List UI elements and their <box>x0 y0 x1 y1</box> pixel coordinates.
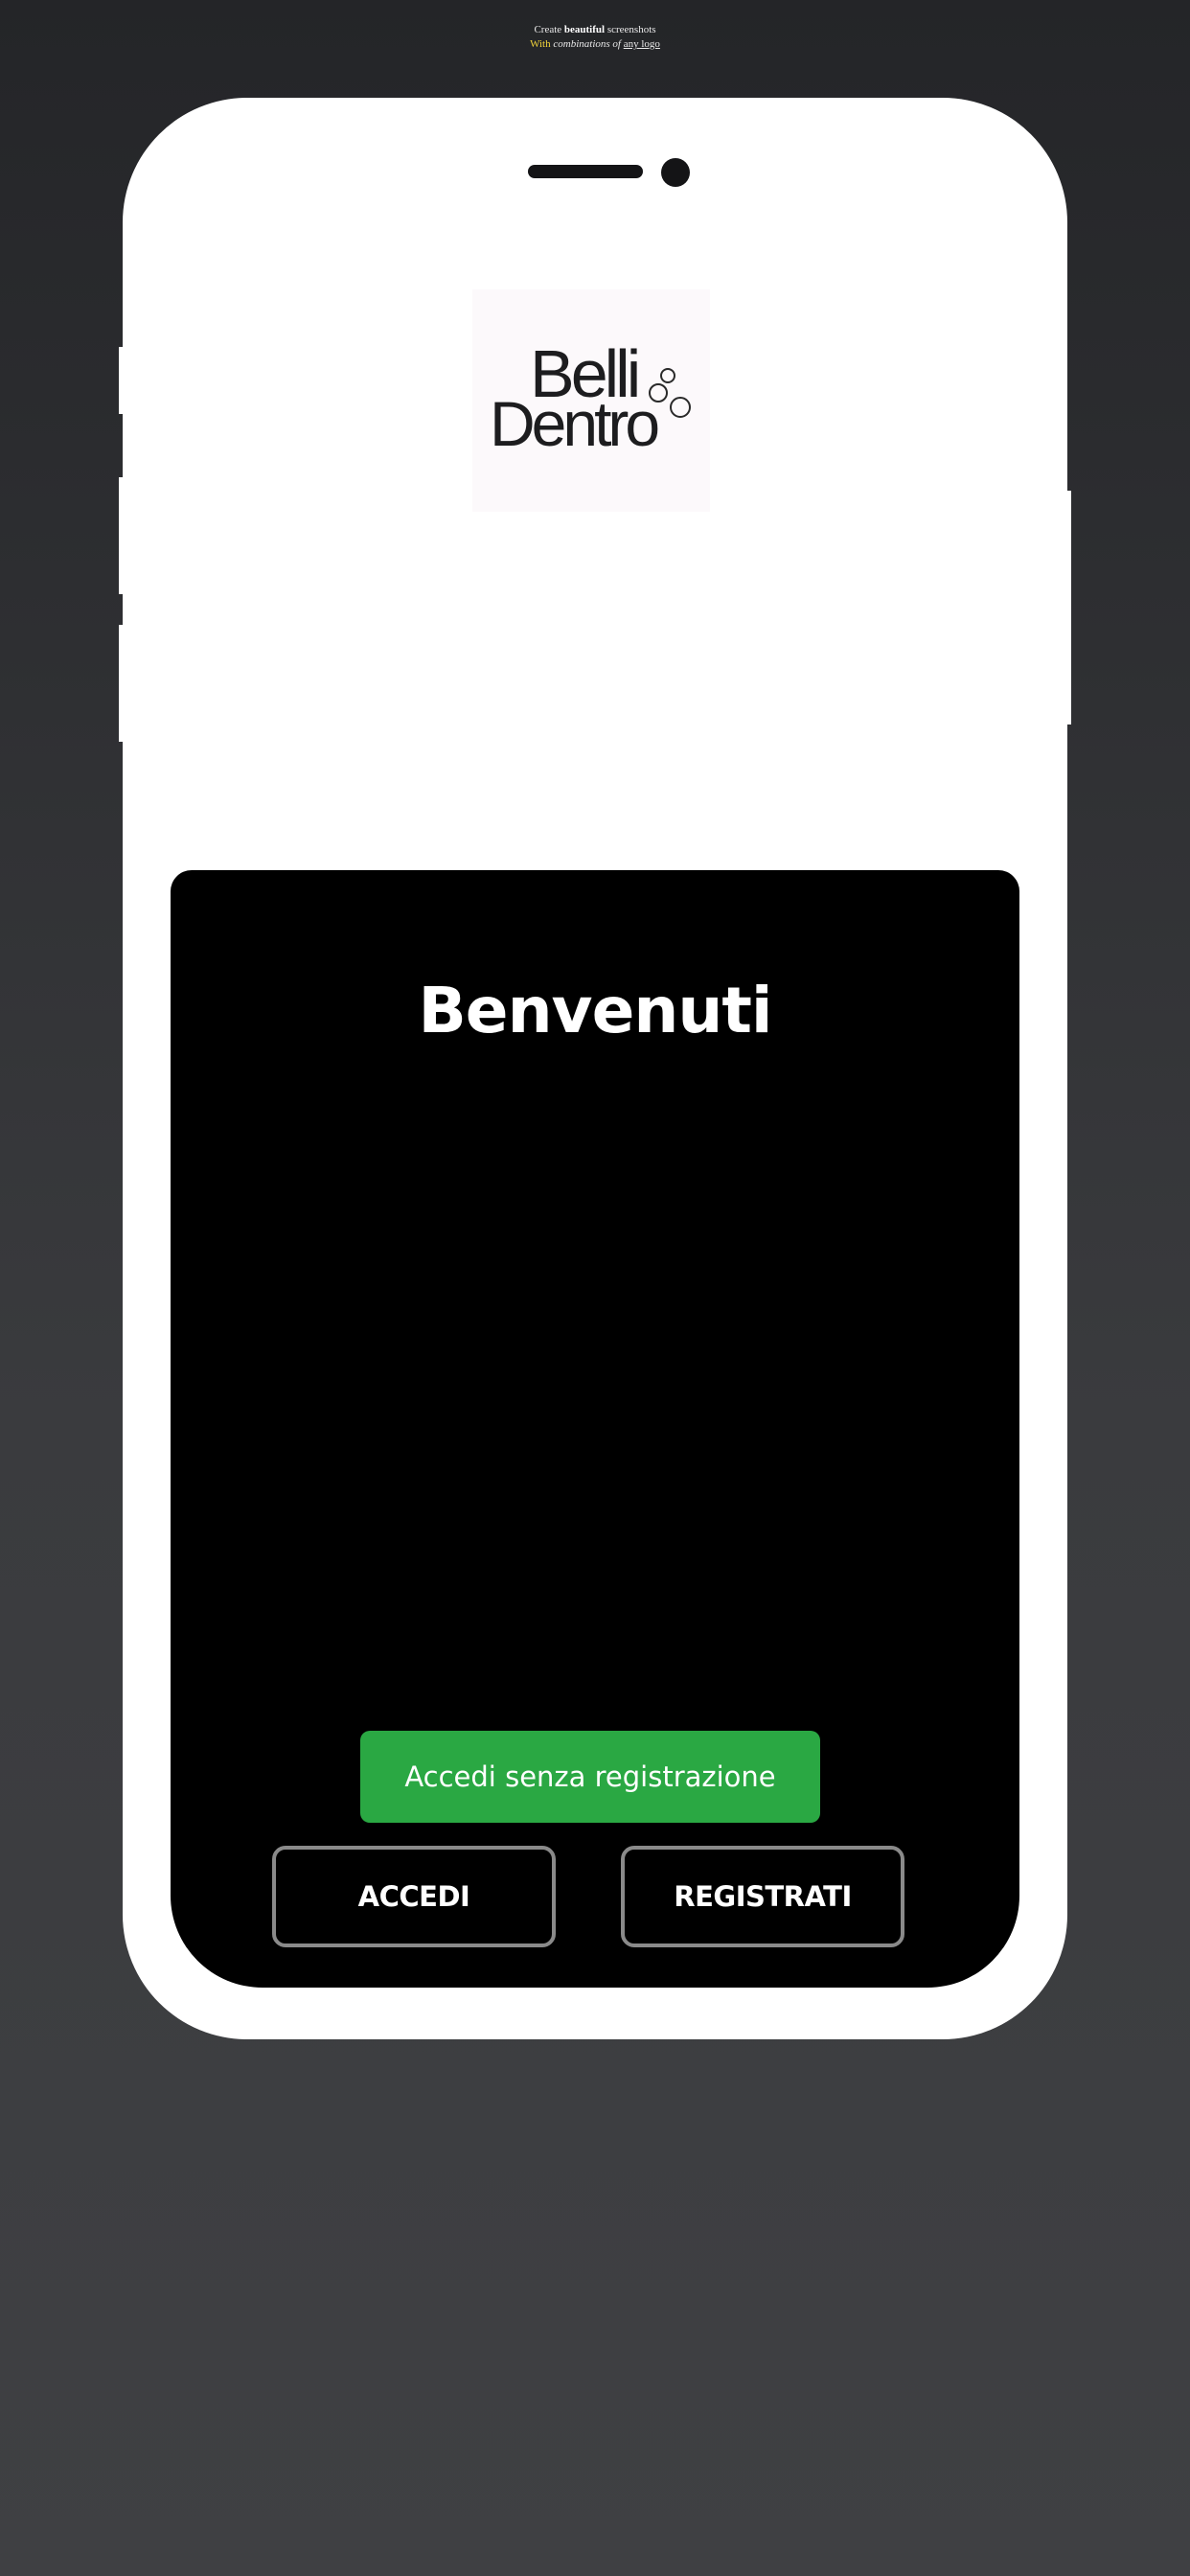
login-button[interactable]: ACCEDI <box>272 1846 556 1947</box>
logo-bubble-large-icon <box>670 397 691 418</box>
promo-line2-mid: combinations of <box>550 38 624 50</box>
phone-speaker <box>528 165 643 178</box>
brand-logo: Belli Dentro <box>472 289 710 512</box>
promo-caption: Create beautiful screenshots With combin… <box>0 23 1190 52</box>
promo-line1-pre: Create <box>534 24 564 35</box>
phone-frame: Belli Dentro Benvenuti Accedi senza regi… <box>123 98 1067 2039</box>
promo-line-1: Create beautiful screenshots <box>0 23 1190 37</box>
promo-line2-with: With <box>530 38 551 50</box>
promo-line-2: With combinations of any logo <box>0 37 1190 52</box>
promo-line2-link[interactable]: any logo <box>624 38 660 50</box>
welcome-screen: Benvenuti Accedi senza registrazione ACC… <box>171 870 1019 1988</box>
welcome-title: Benvenuti <box>418 974 773 1047</box>
guest-access-button[interactable]: Accedi senza registrazione <box>360 1731 820 1823</box>
logo-bubble-medium-icon <box>649 383 668 402</box>
logo-bubble-small-icon <box>660 368 675 383</box>
phone-front-camera <box>661 158 690 187</box>
promo-line1-post: screenshots <box>605 24 656 35</box>
promo-line1-bold: beautiful <box>563 24 606 35</box>
register-button[interactable]: REGISTRATI <box>621 1846 904 1947</box>
brand-logo-line-2: Dentro <box>490 388 660 459</box>
brand-logo-wordmark: Belli Dentro <box>490 340 660 459</box>
